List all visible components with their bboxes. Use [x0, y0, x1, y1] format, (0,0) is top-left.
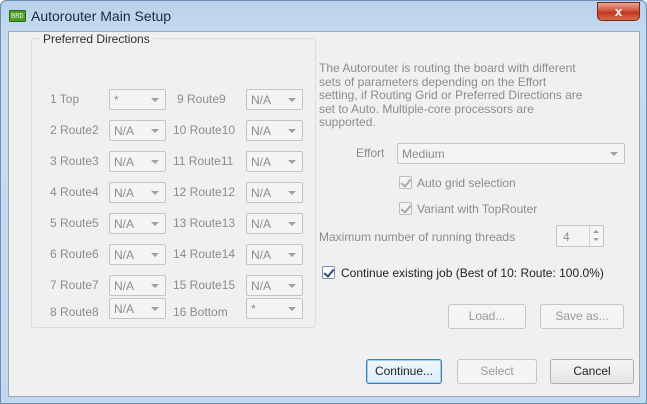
- layer-label: 4 Route4: [50, 185, 99, 199]
- combo-value: N/A: [251, 186, 272, 200]
- layer-label: 13 Route13: [173, 216, 236, 230]
- select-button[interactable]: Select: [457, 359, 537, 384]
- chevron-down-icon: [151, 191, 159, 195]
- layer-direction-combo[interactable]: N/A: [246, 89, 303, 110]
- layer-label: 10 Route10: [173, 123, 236, 137]
- chevron-down-icon: [288, 222, 296, 226]
- chevron-down-icon: [288, 253, 296, 257]
- chevron-down-icon: [151, 98, 159, 102]
- layer-direction-combo[interactable]: N/A: [246, 275, 303, 296]
- spinner-value: 4: [563, 230, 570, 244]
- combo-value: N/A: [251, 279, 272, 293]
- dialog-window: BRD Autorouter Main Setup x Preferred Di…: [0, 0, 647, 404]
- layer-direction-combo[interactable]: *: [109, 89, 166, 110]
- layer-direction-combo[interactable]: N/A: [109, 151, 166, 172]
- chevron-down-icon: [151, 160, 159, 164]
- title-bar[interactable]: BRD Autorouter Main Setup x: [1, 1, 646, 31]
- combo-value: N/A: [114, 248, 135, 262]
- layer-label: 16 Bottom: [173, 305, 228, 319]
- layer-label: 9 Route9: [177, 92, 226, 106]
- chevron-down-icon: [610, 152, 618, 156]
- variant-toprouter-label: Variant with TopRouter: [417, 202, 538, 216]
- chevron-down-icon: [151, 222, 159, 226]
- layer-direction-combo[interactable]: N/A: [109, 275, 166, 296]
- layer-direction-combo[interactable]: N/A: [109, 213, 166, 234]
- load-button[interactable]: Load...: [448, 304, 526, 329]
- layer-label: 8 Route8: [50, 305, 99, 319]
- chevron-up-icon[interactable]: [593, 230, 599, 233]
- layer-label: 11 Route11: [173, 154, 234, 168]
- chevron-down-icon: [151, 284, 159, 288]
- combo-value: N/A: [114, 302, 135, 316]
- combo-value: N/A: [251, 155, 272, 169]
- layer-label: 6 Route6: [50, 247, 99, 261]
- auto-grid-checkbox[interactable]: [399, 176, 412, 189]
- layer-direction-combo[interactable]: N/A: [246, 151, 303, 172]
- continue-job-checkbox[interactable]: [322, 266, 335, 279]
- autorouter-description: The Autorouter is routing the board with…: [319, 61, 611, 130]
- layer-direction-combo[interactable]: N/A: [109, 298, 166, 319]
- layer-direction-combo[interactable]: N/A: [109, 244, 166, 265]
- layer-direction-combo[interactable]: N/A: [109, 120, 166, 141]
- description-line: supported.: [319, 115, 376, 129]
- description-line: The Autorouter is routing the board with…: [319, 61, 576, 75]
- layer-label: 1 Top: [50, 92, 80, 106]
- combo-value: N/A: [114, 279, 135, 293]
- layer-label: 2 Route2: [50, 123, 99, 137]
- layer-direction-combo[interactable]: N/A: [246, 182, 303, 203]
- combo-value: Medium: [402, 147, 445, 161]
- chevron-down-icon: [151, 307, 159, 311]
- chevron-down-icon: [288, 160, 296, 164]
- layer-direction-combo[interactable]: *: [246, 298, 303, 319]
- effort-label: Effort: [356, 146, 385, 160]
- window-title: Autorouter Main Setup: [31, 8, 172, 24]
- continue-job-label: Continue existing job (Best of 10: Route…: [341, 266, 604, 280]
- layer-label: 15 Route15: [173, 278, 236, 292]
- chevron-down-icon: [288, 129, 296, 133]
- layer-direction-combo[interactable]: N/A: [246, 120, 303, 141]
- layer-label: 12 Route12: [173, 185, 236, 199]
- description-line: sets of parameters depending on the Effo…: [319, 74, 547, 89]
- layer-label: 5 Route5: [50, 216, 99, 230]
- layer-label: 7 Route7: [50, 278, 99, 292]
- combo-value: N/A: [251, 124, 272, 138]
- layer-direction-combo[interactable]: N/A: [246, 213, 303, 234]
- combo-value: N/A: [251, 93, 272, 107]
- combo-value: *: [114, 93, 119, 107]
- combo-value: N/A: [114, 217, 135, 231]
- chevron-down-icon: [151, 253, 159, 257]
- chevron-down-icon: [288, 98, 296, 102]
- layer-label: 3 Route3: [50, 154, 99, 168]
- combo-value: *: [251, 302, 256, 316]
- combo-value: N/A: [251, 217, 272, 231]
- preferred-directions-title: Preferred Directions: [40, 32, 153, 46]
- save-as-button[interactable]: Save as...: [540, 304, 624, 329]
- variant-toprouter-checkbox[interactable]: [399, 202, 412, 215]
- layer-direction-combo[interactable]: N/A: [246, 244, 303, 265]
- spinner-buttons[interactable]: [589, 226, 603, 246]
- close-button[interactable]: x: [597, 2, 640, 21]
- app-icon-text: BRD: [11, 12, 24, 20]
- description-line: setting, if Routing Grid or Preferred Di…: [319, 88, 583, 102]
- cancel-button[interactable]: Cancel: [550, 359, 634, 384]
- continue-button[interactable]: Continue...: [366, 359, 442, 384]
- chevron-down-icon: [288, 307, 296, 311]
- chevron-down-icon[interactable]: [593, 238, 599, 241]
- combo-value: N/A: [251, 248, 272, 262]
- combo-value: N/A: [114, 124, 135, 138]
- max-threads-spinner[interactable]: 4: [556, 225, 604, 247]
- chevron-down-icon: [288, 284, 296, 288]
- max-threads-label: Maximum number of running threads: [319, 230, 516, 244]
- effort-combo[interactable]: Medium: [397, 143, 625, 164]
- chevron-down-icon: [288, 191, 296, 195]
- auto-grid-label: Auto grid selection: [417, 176, 516, 190]
- description-line: set to Auto. Multiple-core processors ar…: [319, 101, 534, 116]
- app-icon: BRD: [9, 10, 26, 22]
- layer-direction-combo[interactable]: N/A: [109, 182, 166, 203]
- combo-value: N/A: [114, 186, 135, 200]
- chevron-down-icon: [151, 129, 159, 133]
- layer-label: 14 Route14: [173, 247, 236, 261]
- combo-value: N/A: [114, 155, 135, 169]
